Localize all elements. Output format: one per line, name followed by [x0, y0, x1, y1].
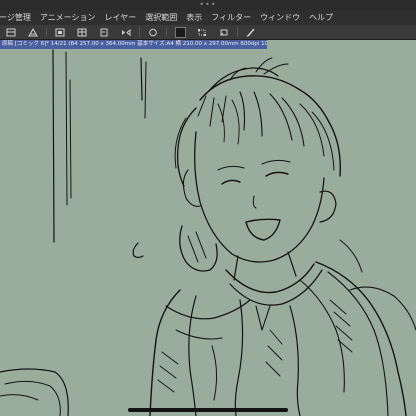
- toolbar-divider: [139, 27, 140, 37]
- frame-icon[interactable]: [49, 25, 71, 39]
- document-tab[interactable]: 原稿 [コミック 6]* 14/21 (B4 257.00 x 364.00mm…: [0, 40, 267, 49]
- more-options-dots[interactable]: •••: [199, 1, 216, 9]
- menu-filter[interactable]: フィルター: [206, 12, 255, 23]
- menu-view[interactable]: 表示: [181, 12, 206, 23]
- copy-icon[interactable]: [93, 25, 115, 39]
- command-bar: [0, 25, 416, 40]
- color-swatch[interactable]: [169, 25, 191, 39]
- export-icon[interactable]: [71, 25, 93, 39]
- transform-icon[interactable]: [191, 25, 213, 39]
- menu-window[interactable]: ウィンドウ: [255, 12, 304, 23]
- drawing-canvas[interactable]: [0, 49, 416, 416]
- paper-icon[interactable]: [22, 25, 44, 39]
- current-color-swatch: [174, 26, 186, 38]
- toolbar-divider: [166, 27, 167, 37]
- menu-page-management[interactable]: ージ管理: [0, 12, 35, 23]
- flip-icon[interactable]: [115, 25, 137, 39]
- layer-settings-icon[interactable]: [0, 25, 22, 39]
- menu-bar: ージ管理 アニメーション レイヤー 選択範囲 表示 フィルター ウィンドウ ヘル…: [0, 10, 416, 25]
- home-indicator[interactable]: [128, 408, 288, 412]
- menu-help[interactable]: ヘルプ: [304, 12, 337, 23]
- select-icon[interactable]: [213, 25, 235, 39]
- toolbar-divider: [237, 27, 238, 37]
- menu-animation[interactable]: アニメーション: [35, 12, 100, 23]
- window-top-bar: •••: [0, 0, 416, 10]
- menu-layer[interactable]: レイヤー: [100, 12, 141, 23]
- pen-icon[interactable]: [240, 25, 262, 39]
- toolbar-divider: [46, 27, 47, 37]
- menu-selection[interactable]: 選択範囲: [140, 12, 181, 23]
- circle-icon[interactable]: [142, 25, 164, 39]
